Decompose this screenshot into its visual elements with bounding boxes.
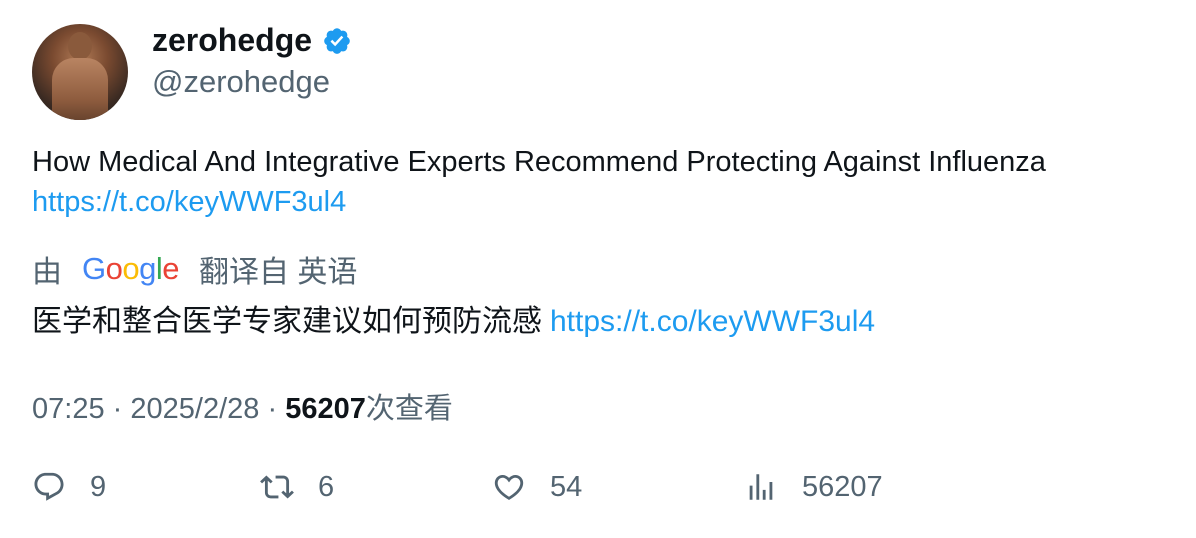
avatar-head-shape (68, 32, 92, 60)
avatar[interactable] (32, 24, 128, 120)
tweet-meta: 07:25 · 2025/2/28 · 56207次查看 (32, 385, 453, 427)
translation-prefix: 由 (32, 256, 62, 289)
analytics-icon (749, 474, 773, 500)
author-name-row: zerohedge (152, 22, 352, 59)
views-action-count: 56207 (802, 470, 883, 503)
retweet-icon (260, 475, 294, 499)
tweet-time[interactable]: 07:25 (32, 393, 105, 425)
translated-text-body: 医学和整合医学专家建议如何预防流感 (32, 305, 542, 338)
author-handle[interactable]: @zerohedge (152, 64, 330, 100)
reply-count: 9 (90, 470, 107, 503)
tweet-text-body: How Medical And Integrative Experts Reco… (32, 146, 1046, 178)
action-bar: 9 6 54 56207 (32, 470, 1182, 514)
retweet-count: 6 (318, 470, 335, 503)
translated-link[interactable]: https://t.co/keyWWF3ul4 (550, 305, 875, 338)
views-button[interactable]: 56207 (744, 470, 883, 504)
tweet-text: How Medical And Integrative Experts Reco… (32, 142, 1182, 222)
views-label: 次查看 (365, 393, 453, 425)
reply-button[interactable]: 9 (32, 470, 106, 504)
translation-attribution: 由 Google 翻译自 英语 (32, 247, 357, 291)
avatar-torso-shape (52, 58, 108, 120)
like-button[interactable]: 54 (492, 470, 582, 504)
reply-icon (34, 472, 64, 501)
like-count: 54 (550, 470, 583, 503)
translated-text: 医学和整合医学专家建议如何预防流感 https://t.co/keyWWF3ul4 (32, 296, 875, 340)
tweet-date[interactable]: 2025/2/28 (130, 393, 259, 425)
verified-badge-icon (324, 27, 350, 54)
translation-suffix: 翻译自 英语 (199, 256, 358, 289)
google-logo: Google (82, 251, 180, 286)
meta-separator: · (112, 393, 123, 425)
meta-separator: · (267, 393, 278, 425)
author-display-name[interactable]: zerohedge (152, 22, 312, 59)
views-count: 56207 (285, 393, 366, 425)
retweet-button[interactable]: 6 (260, 470, 334, 504)
tweet-link[interactable]: https://t.co/keyWWF3ul4 (32, 182, 1182, 222)
heart-icon (494, 474, 524, 500)
